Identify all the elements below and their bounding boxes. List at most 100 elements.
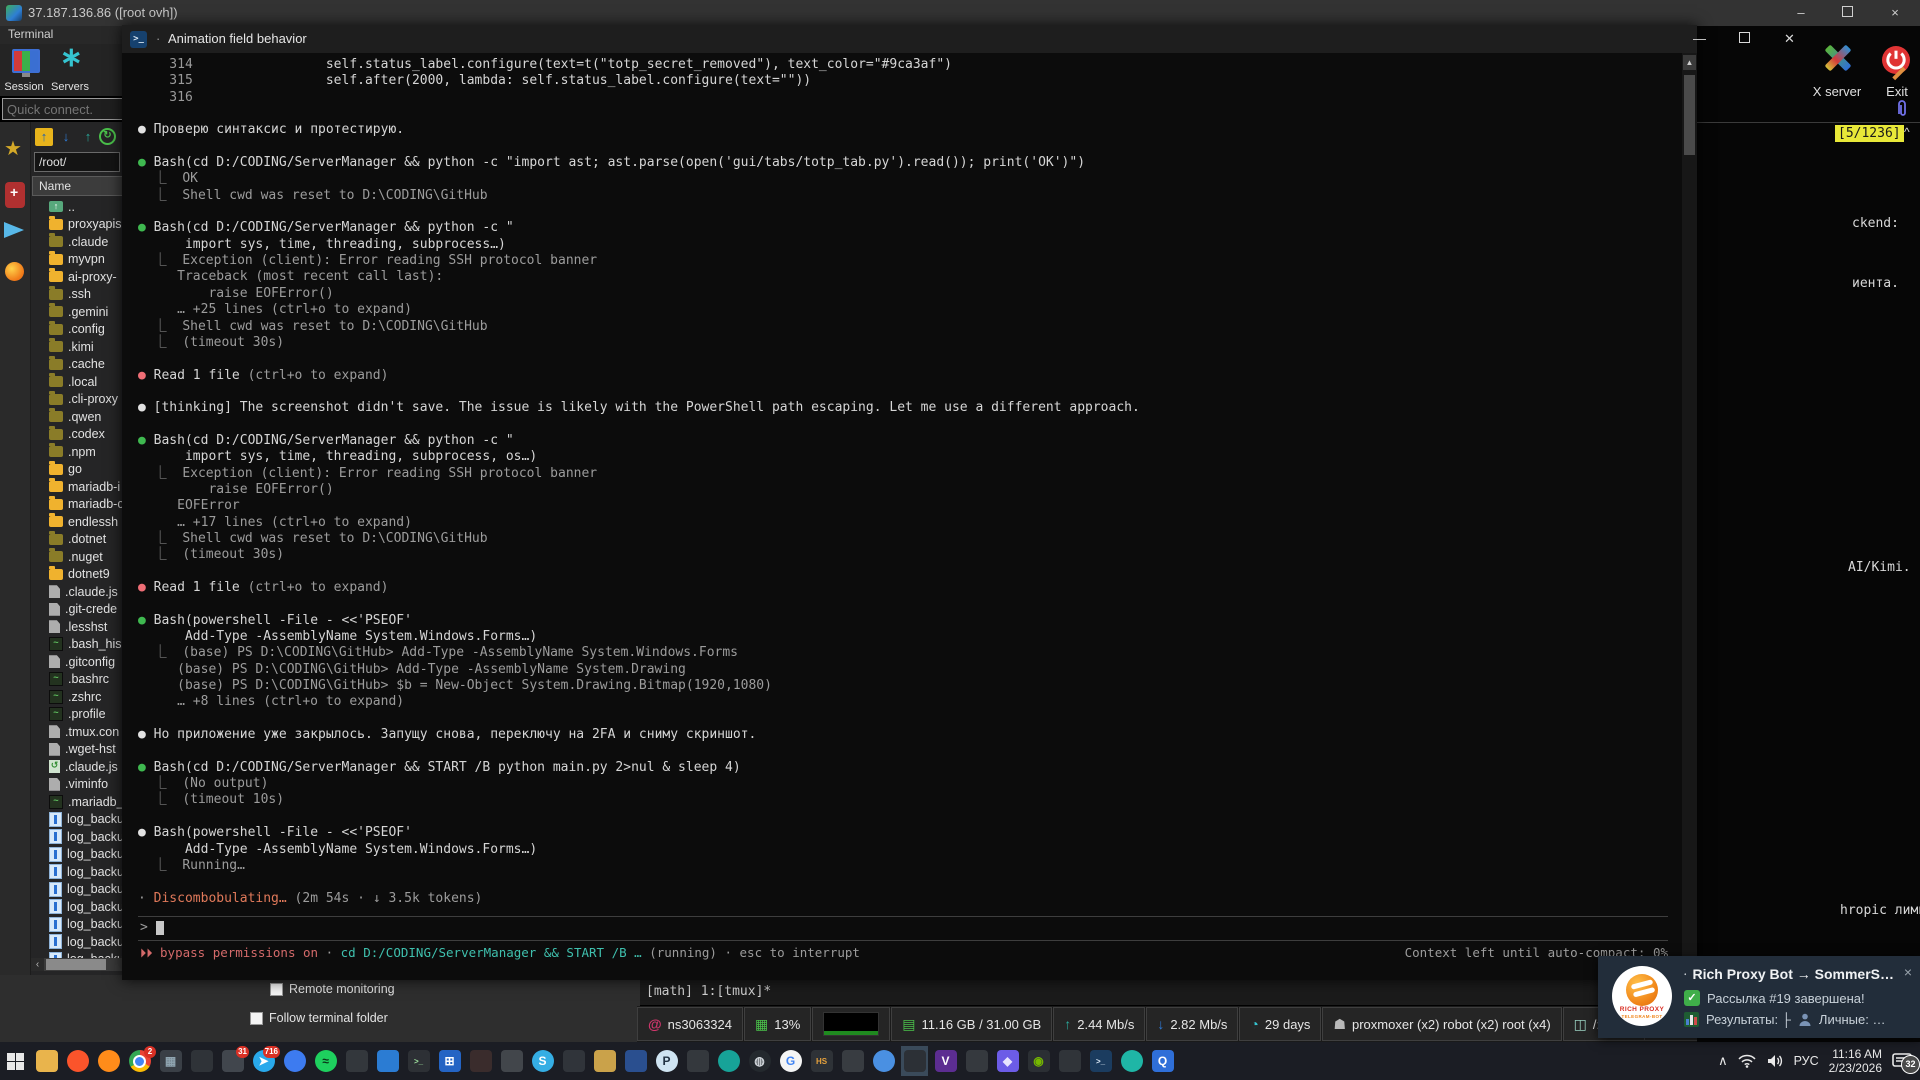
file-list-item[interactable]: .qwen: [31, 408, 122, 426]
taskbar-app-icon[interactable]: HS: [808, 1046, 835, 1076]
file-list-item[interactable]: .npm: [31, 443, 122, 461]
file-list-item[interactable]: .codex: [31, 426, 122, 444]
taskbar-skype-icon[interactable]: S: [529, 1046, 556, 1076]
monitor-segment-ram[interactable]: ▤11.16 GB / 31.00 GB: [891, 1007, 1052, 1041]
file-list-item[interactable]: ↑..: [31, 198, 122, 216]
name-column-header[interactable]: Name: [32, 176, 128, 196]
taskbar-start-icon[interactable]: [2, 1046, 29, 1076]
file-list-item[interactable]: ~.bashrc: [31, 671, 122, 689]
favorites-star-icon[interactable]: ★: [4, 136, 22, 161]
taskbar-app-icon[interactable]: [715, 1046, 742, 1076]
taskbar-obsidian-icon[interactable]: ◆: [994, 1046, 1021, 1076]
upload-icon[interactable]: ↑: [79, 128, 97, 146]
taskbar-google-icon[interactable]: G: [777, 1046, 804, 1076]
taskbar-app-icon[interactable]: [684, 1046, 711, 1076]
terminal-content[interactable]: 314 self.status_label.configure(text=t("…: [122, 53, 1682, 980]
monitor-segment-up[interactable]: ↑2.44 Mb/s: [1053, 1007, 1145, 1041]
wifi-icon[interactable]: [1738, 1054, 1756, 1068]
close-button[interactable]: ×: [1872, 0, 1918, 26]
file-list-item[interactable]: .cli-proxy: [31, 391, 122, 409]
file-list-item[interactable]: .tmux.con: [31, 723, 122, 741]
taskbar-app-icon[interactable]: [1118, 1046, 1145, 1076]
monitor-segment-graph[interactable]: [812, 1007, 890, 1041]
monitor-segment-cpu[interactable]: ▦13%: [744, 1007, 811, 1041]
file-list-item[interactable]: log_backu: [31, 951, 122, 959]
file-list-item[interactable]: .dotnet: [31, 531, 122, 549]
download-icon[interactable]: ↓: [57, 128, 75, 146]
monitor-segment-down[interactable]: ↓2.82 Mb/s: [1146, 1007, 1238, 1041]
up-folder-icon[interactable]: ↑: [35, 128, 53, 146]
file-list-item[interactable]: .gemini: [31, 303, 122, 321]
notification-popup[interactable]: RICH PROXY TELEGRAM-BOT Rich Proxy Bot →…: [1598, 956, 1920, 1038]
taskbar-powershell-icon[interactable]: >_: [1087, 1046, 1114, 1076]
session-button[interactable]: Session: [2, 46, 46, 94]
file-list-item[interactable]: log_backu: [31, 811, 122, 829]
file-list-item[interactable]: dotnet9: [31, 566, 122, 584]
taskbar-quick-app-icon[interactable]: Q: [1149, 1046, 1176, 1076]
monitor-segment-debian[interactable]: @ns3063324: [637, 1007, 743, 1041]
quick-connect-input[interactable]: [2, 98, 128, 120]
notification-center-icon[interactable]: 32: [1892, 1052, 1912, 1070]
file-list-item[interactable]: .lesshst: [31, 618, 122, 636]
file-list-item[interactable]: log_backu: [31, 828, 122, 846]
remote-monitoring-option[interactable]: Remote monitoring: [270, 982, 395, 996]
taskbar-folder-app-icon[interactable]: [591, 1046, 618, 1076]
file-list-item[interactable]: log_backu: [31, 933, 122, 951]
file-list-item[interactable]: endlessh: [31, 513, 122, 531]
minimize-button[interactable]: –: [1778, 0, 1824, 26]
terminal-close-button[interactable]: ✕: [1767, 25, 1812, 53]
file-list-item[interactable]: log_backu: [31, 846, 122, 864]
horizontal-scrollbar[interactable]: ‹: [31, 958, 122, 971]
telegram-plane-icon[interactable]: [4, 222, 24, 238]
taskbar-app-icon[interactable]: [901, 1046, 928, 1076]
taskbar-app-icon[interactable]: ▦: [157, 1046, 184, 1076]
file-list-item[interactable]: ~.zshrc: [31, 688, 122, 706]
taskbar-app-icon[interactable]: [281, 1046, 308, 1076]
file-list-item[interactable]: .local: [31, 373, 122, 391]
taskbar-visual-studio-icon[interactable]: V: [932, 1046, 959, 1076]
taskbar-app-icon[interactable]: [622, 1046, 649, 1076]
taskbar-github-icon[interactable]: ◍: [746, 1046, 773, 1076]
taskbar-vscode-icon[interactable]: [374, 1046, 401, 1076]
clock[interactable]: 11:16 AM 2/23/2026: [1829, 1047, 1882, 1075]
notification-close-icon[interactable]: ×: [1904, 964, 1912, 980]
maximize-button[interactable]: [1824, 0, 1870, 26]
file-list-item[interactable]: .claude: [31, 233, 122, 251]
terminal-titlebar[interactable]: >_ · Animation field behavior — ✕: [122, 25, 1697, 53]
taskbar-file-explorer-icon[interactable]: [33, 1046, 60, 1076]
taskbar-terminal-app-icon[interactable]: >_: [405, 1046, 432, 1076]
scrollbar-thumb[interactable]: [46, 959, 106, 970]
terminal-maximize-button[interactable]: [1722, 25, 1767, 53]
file-list-item[interactable]: mariadb-i: [31, 478, 122, 496]
follow-terminal-option[interactable]: Follow terminal folder: [250, 1011, 388, 1025]
xserver-button[interactable]: X server: [1809, 40, 1865, 106]
file-list-item[interactable]: .gitconfig: [31, 653, 122, 671]
taskbar-app-icon[interactable]: [560, 1046, 587, 1076]
file-list-item[interactable]: .git-crede: [31, 601, 122, 619]
file-list-item[interactable]: log_backu: [31, 863, 122, 881]
file-list-item[interactable]: .cache: [31, 356, 122, 374]
claude-input-box[interactable]: >: [138, 916, 1668, 941]
file-list-item[interactable]: .config: [31, 321, 122, 339]
terminal-minimize-button[interactable]: —: [1677, 25, 1722, 53]
file-list-item[interactable]: proxyapis: [31, 216, 122, 234]
file-list-item[interactable]: .viminfo: [31, 776, 122, 794]
file-list-item[interactable]: ~.profile: [31, 706, 122, 724]
terminal-scrollbar[interactable]: ▲: [1682, 53, 1697, 980]
file-list-item[interactable]: .claude.js: [31, 583, 122, 601]
taskbar-app-icon[interactable]: [343, 1046, 370, 1076]
taskbar-app-icon[interactable]: [963, 1046, 990, 1076]
tools-knife-icon[interactable]: [5, 182, 25, 208]
servers-button[interactable]: ∗ Servers: [48, 46, 92, 94]
taskbar-firefox-icon[interactable]: [95, 1046, 122, 1076]
checkbox[interactable]: [250, 1012, 263, 1025]
taskbar-ide-icon[interactable]: P: [653, 1046, 680, 1076]
path-field[interactable]: /root/: [34, 152, 120, 172]
refresh-icon[interactable]: ↻: [99, 128, 116, 145]
scroll-left-arrow[interactable]: ‹: [31, 958, 44, 971]
taskbar-telegram-icon[interactable]: ➤716: [250, 1046, 277, 1076]
taskbar-app-icon[interactable]: [839, 1046, 866, 1076]
file-list-item[interactable]: log_backu: [31, 898, 122, 916]
file-list-item[interactable]: mariadb-c: [31, 496, 122, 514]
taskbar-app-icon[interactable]: [870, 1046, 897, 1076]
